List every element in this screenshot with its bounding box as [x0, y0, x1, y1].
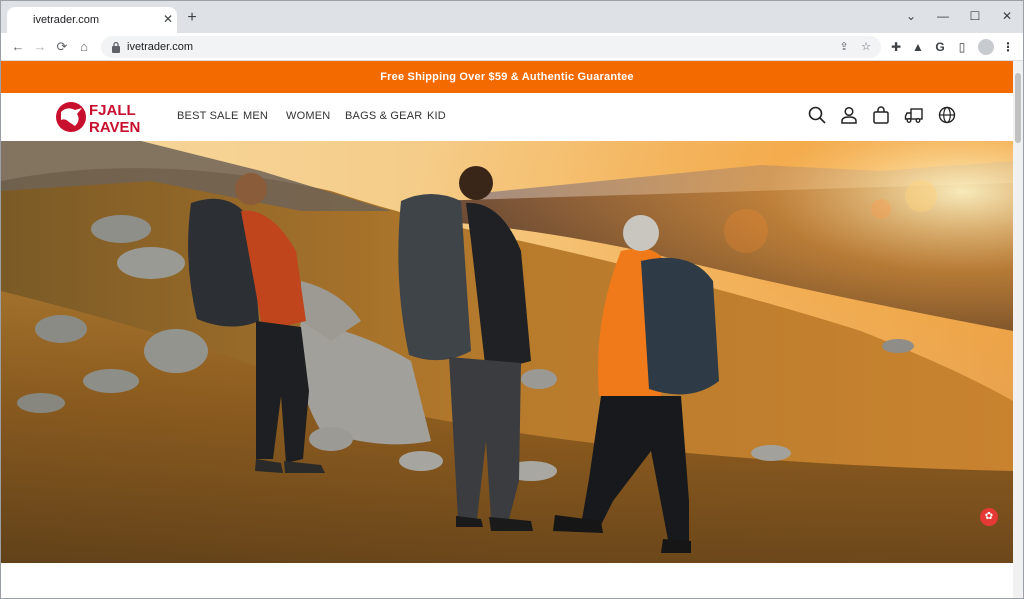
- logo-text-line1: FJALL: [89, 102, 136, 119]
- search-icon[interactable]: [807, 105, 827, 125]
- nav-women[interactable]: WOMEN: [286, 110, 330, 122]
- shipping-truck-icon[interactable]: [904, 105, 924, 125]
- web-page: Free Shipping Over $59 & Authentic Guara…: [1, 61, 1013, 598]
- tab-title: ivetrader.com: [33, 14, 100, 26]
- announcement-bar: Free Shipping Over $59 & Authentic Guara…: [1, 61, 1013, 93]
- reload-button[interactable]: ⟳: [53, 38, 71, 56]
- home-button[interactable]: ⌂: [75, 38, 93, 56]
- tab-search-icon[interactable]: ⌄: [895, 5, 927, 27]
- fjallraven-logo[interactable]: FJALL RAVEN: [55, 98, 165, 136]
- profile-avatar[interactable]: [978, 39, 994, 55]
- google-extension-icon[interactable]: G: [932, 38, 948, 56]
- nav-men[interactable]: MEN: [243, 110, 268, 122]
- nav-bags-gear[interactable]: BAGS & GEAR: [345, 110, 422, 122]
- hero-image-hikers[interactable]: [1, 141, 1013, 563]
- nav-kid[interactable]: KID: [427, 110, 446, 122]
- chat-help-badge[interactable]: ✿: [980, 508, 998, 526]
- back-button[interactable]: ←: [9, 38, 27, 56]
- page-content-below-hero: [1, 563, 1013, 598]
- page-scrollbar[interactable]: [1013, 61, 1023, 598]
- side-panel-icon[interactable]: ▯: [954, 38, 970, 56]
- url-text[interactable]: ivetrader.com: [127, 41, 193, 53]
- logo-text-line2: RAVEN: [89, 119, 140, 136]
- minimize-button[interactable]: —: [927, 5, 959, 27]
- cart-icon[interactable]: [871, 105, 891, 125]
- nav-best-sale[interactable]: BEST SALE: [177, 110, 239, 122]
- maximize-button[interactable]: ☐: [959, 5, 991, 27]
- new-tab-button[interactable]: +: [184, 10, 200, 26]
- browser-menu-icon[interactable]: ⋮: [1000, 38, 1016, 56]
- scroll-thumb[interactable]: [1015, 73, 1021, 143]
- lock-icon[interactable]: [111, 41, 121, 53]
- active-tab[interactable]: ivetrader.com ✕: [7, 7, 177, 33]
- labs-flask-icon[interactable]: ▲: [910, 38, 926, 56]
- extensions-puzzle-icon[interactable]: ✚: [888, 38, 904, 56]
- account-icon[interactable]: [839, 105, 859, 125]
- bookmark-star-icon[interactable]: ☆: [859, 40, 873, 54]
- tab-strip: ivetrader.com ✕ + ⌄ — ☐ ✕: [1, 1, 1023, 33]
- close-window-button[interactable]: ✕: [991, 5, 1023, 27]
- forward-button[interactable]: →: [31, 38, 49, 56]
- browser-window: ivetrader.com ✕ + ⌄ — ☐ ✕ ← → ⟳ ⌂ ivetra…: [0, 0, 1024, 599]
- site-header: FJALL RAVEN BEST SALE MEN WOMEN BAGS & G…: [1, 93, 1013, 141]
- browser-toolbar: ← → ⟳ ⌂ ivetrader.com ⇪ ☆ ✚ ▲ G ▯ ⋮: [1, 33, 1023, 61]
- share-icon[interactable]: ⇪: [837, 40, 851, 54]
- tab-close-icon[interactable]: ✕: [161, 12, 175, 26]
- globe-icon[interactable]: [937, 105, 957, 125]
- address-bar[interactable]: ivetrader.com ⇪ ☆: [101, 36, 881, 58]
